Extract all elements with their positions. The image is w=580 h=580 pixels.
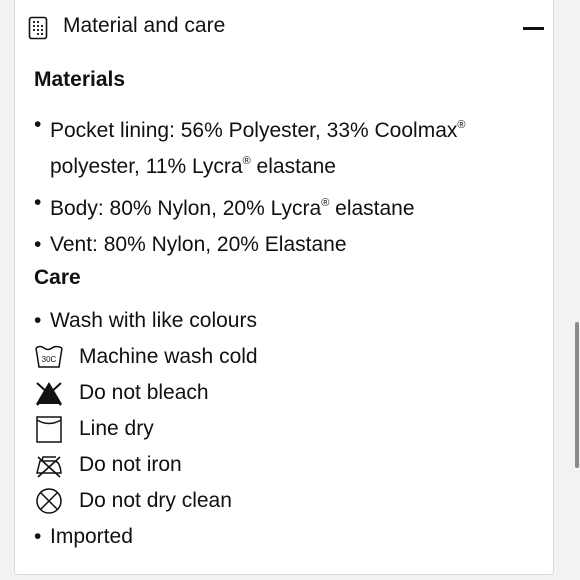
care-list: Wash with like colours 30C Machine wash … bbox=[34, 306, 258, 558]
list-item: Vent: 80% Nylon, 20% Elastane bbox=[34, 230, 534, 260]
line-dry-icon bbox=[36, 416, 62, 443]
svg-text:30C: 30C bbox=[42, 355, 57, 364]
material-and-care-panel: Material and care Materials Pocket linin… bbox=[14, 0, 554, 575]
do-not-dry-clean-icon bbox=[36, 488, 62, 514]
care-heading: Care bbox=[34, 266, 81, 289]
do-not-bleach-icon bbox=[36, 382, 62, 406]
list-item: Do not bleach bbox=[34, 378, 257, 414]
materials-list: Pocket lining: 56% Polyester, 33% Coolma… bbox=[34, 110, 534, 266]
wash-30c-icon: 30C bbox=[35, 345, 63, 368]
list-item: Line dry bbox=[34, 414, 257, 450]
list-item: Do not iron bbox=[34, 450, 257, 486]
accordion-header[interactable]: Material and care bbox=[15, 0, 553, 56]
scrollbar[interactable] bbox=[575, 322, 579, 468]
list-item: Pocket lining: 56% Polyester, 33% Coolma… bbox=[34, 110, 534, 182]
list-item: Body: 80% Nylon, 20% Lycra® elastane bbox=[34, 188, 534, 224]
do-not-iron-icon bbox=[36, 456, 62, 478]
list-item: Imported bbox=[34, 522, 257, 558]
minus-icon[interactable] bbox=[523, 14, 547, 42]
accordion-title: Material and care bbox=[63, 14, 226, 37]
list-item: Wash with like colours bbox=[34, 306, 257, 342]
list-item: 30C Machine wash cold bbox=[34, 342, 258, 378]
list-item: Do not dry clean bbox=[34, 486, 257, 522]
clothing-tag-icon bbox=[28, 16, 48, 40]
materials-heading: Materials bbox=[34, 68, 126, 91]
